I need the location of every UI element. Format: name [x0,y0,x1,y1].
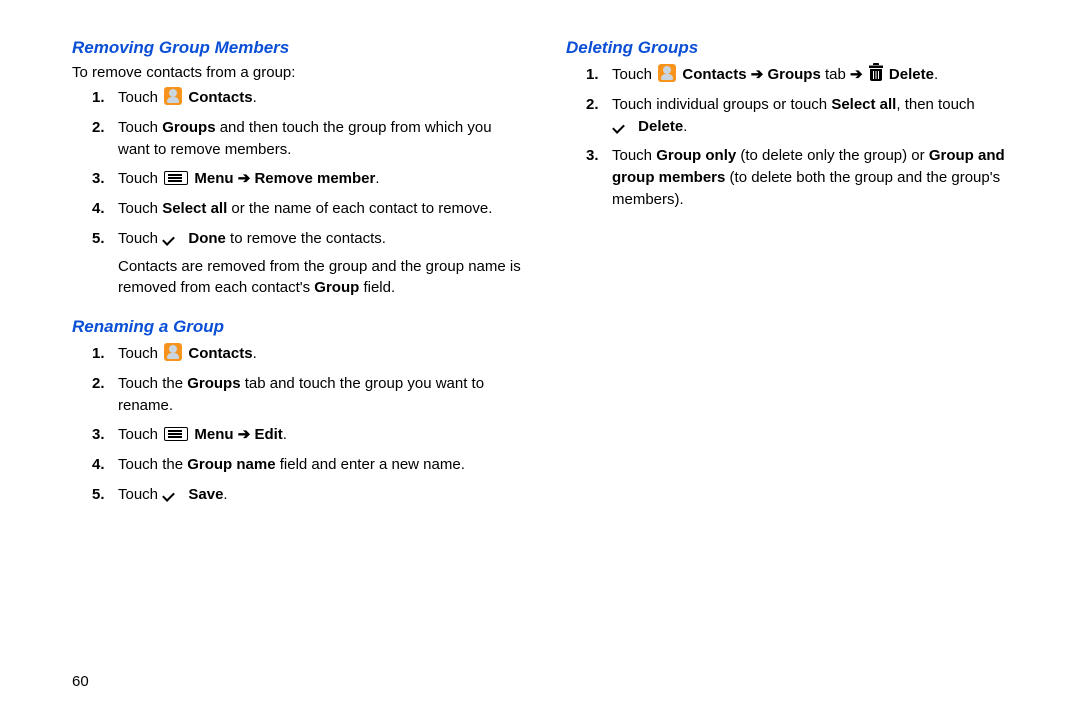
text: . [683,118,687,135]
intro-text: To remove contacts from a group: [72,64,526,81]
step: Touch Contacts. [118,87,526,109]
text: Edit [254,426,282,443]
arrow-icon: ➔ [747,66,768,83]
heading-renaming-a-group: Renaming a Group [72,317,526,337]
text: field. [359,279,395,296]
left-column: Removing Group Members To remove contact… [72,38,526,524]
text: . [253,345,257,362]
text: Touch [118,200,162,217]
check-icon [164,486,182,500]
check-icon [164,230,182,244]
text: . [283,426,287,443]
text: Select all [162,200,227,217]
step: Touch Group only (to delete only the gro… [612,145,1020,210]
text: Delete [638,118,683,135]
step: Touch Groups and then touch the group fr… [118,117,526,161]
heading-removing-group-members: Removing Group Members [72,38,526,58]
text: Touch [118,345,162,362]
text: Contacts [188,89,252,106]
arrow-icon: ➔ [846,66,867,83]
text: Groups [162,119,215,136]
arrow-icon: ➔ [234,170,255,187]
text: Group only [656,147,736,164]
contacts-icon [164,343,182,361]
step: Touch Select all or the name of each con… [118,198,526,220]
menu-icon [164,171,188,185]
text: to remove the contacts. [226,230,386,247]
page-number: 60 [72,673,89,690]
text: Contacts [682,66,746,83]
text: Touch [118,486,162,503]
menu-icon [164,427,188,441]
text: Touch [612,147,656,164]
text: Select all [831,96,896,113]
step: Touch individual groups or touch Select … [612,94,1020,138]
check-icon [614,118,632,132]
text: (to delete only the group) or [736,147,929,164]
step: Touch Menu ➔ Remove member. [118,168,526,190]
text: Touch [118,89,162,106]
step: Touch the Groups tab and touch the group… [118,373,526,417]
trash-icon [869,66,883,82]
text: Group name [187,456,275,473]
note: Contacts are removed from the group and … [118,256,526,300]
steps-removing-group-members: Touch Contacts. Touch Groups and then to… [72,87,526,299]
text: Save [188,486,223,503]
step: Touch Contacts ➔ Groups tab ➔ Delete. [612,64,1020,86]
text: field and enter a new name. [276,456,465,473]
text: Groups [187,375,240,392]
text: Touch [118,426,162,443]
text: Touch [118,119,162,136]
text: Done [188,230,226,247]
text: Menu [194,426,233,443]
text: , then touch [896,96,974,113]
step: Touch Contacts. [118,343,526,365]
contacts-icon [164,87,182,105]
text: tab [821,66,846,83]
right-column: Deleting Groups Touch Contacts ➔ Groups … [566,38,1020,524]
text: Groups [767,66,820,83]
text: Touch [118,230,162,247]
text: Touch individual groups or touch [612,96,831,113]
text: . [223,486,227,503]
step: Touch Done to remove the contacts. Conta… [118,228,526,299]
text: . [375,170,379,187]
text: Menu [194,170,233,187]
step: Touch Menu ➔ Edit. [118,424,526,446]
arrow-icon: ➔ [234,426,255,443]
text: Group [314,279,359,296]
text: Remove member [254,170,375,187]
heading-deleting-groups: Deleting Groups [566,38,1020,58]
text: Touch the [118,456,187,473]
text: . [934,66,938,83]
step: Touch Save. [118,484,526,506]
text: Delete [889,66,934,83]
text: . [253,89,257,106]
text: Touch [118,170,162,187]
steps-renaming-a-group: Touch Contacts. Touch the Groups tab and… [72,343,526,506]
text: Touch the [118,375,187,392]
steps-deleting-groups: Touch Contacts ➔ Groups tab ➔ Delete. To… [566,64,1020,211]
text: or the name of each contact to remove. [227,200,492,217]
step: Touch the Group name field and enter a n… [118,454,526,476]
manual-page: Removing Group Members To remove contact… [0,0,1080,544]
text: Contacts [188,345,252,362]
text: Touch [612,66,656,83]
contacts-icon [658,64,676,82]
